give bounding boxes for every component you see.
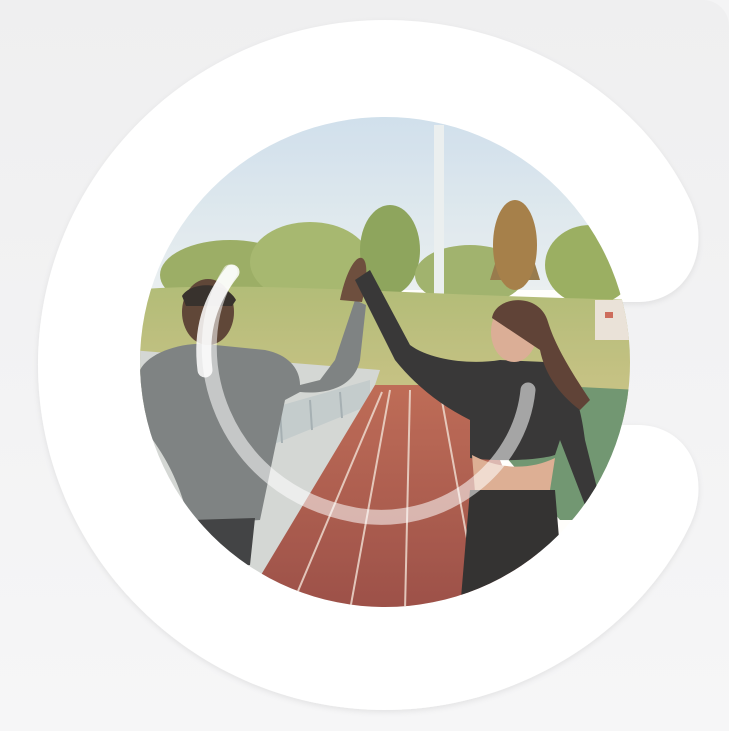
brand-logo-graphic [38,20,699,710]
hero-graphic [0,0,729,731]
